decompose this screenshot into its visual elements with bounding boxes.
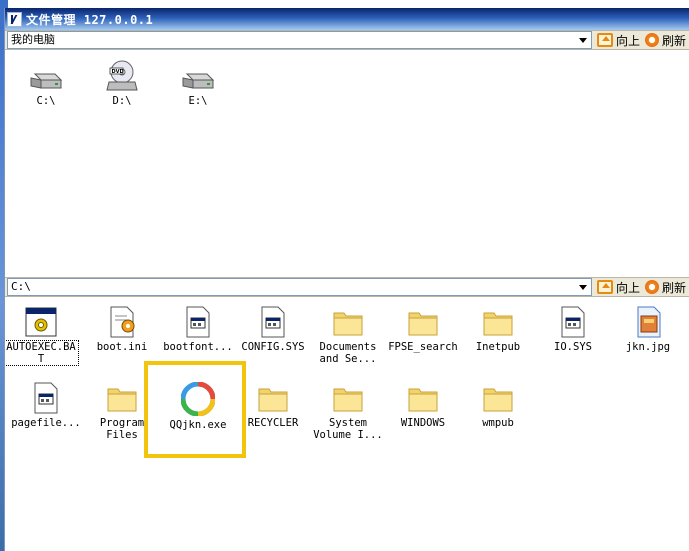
file-item[interactable]: QQjkn.exe xyxy=(161,382,235,431)
batch-file-icon xyxy=(25,307,57,337)
hard-drive-icon xyxy=(182,73,215,89)
bottom-up-label: 向上 xyxy=(616,280,641,295)
file-item[interactable]: Program Files xyxy=(85,382,159,441)
drive-label: D:\ xyxy=(112,95,132,107)
file-item[interactable]: System Volume I... xyxy=(311,382,385,441)
bottom-path-combo[interactable]: C:\ xyxy=(7,278,592,296)
bottom-refresh-button[interactable]: 刷新 xyxy=(645,278,686,296)
bottom-path-value: C:\ xyxy=(11,280,31,293)
file-item[interactable]: FPSE_search xyxy=(386,306,460,353)
file-item[interactable]: pagefile... xyxy=(9,382,83,429)
file-label: System Volume I... xyxy=(313,417,383,441)
system-file-icon xyxy=(561,306,585,338)
folder-icon xyxy=(333,388,363,412)
svg-text:DVD: DVD xyxy=(112,69,124,75)
hard-drive-icon xyxy=(30,73,63,89)
drive-label: C:\ xyxy=(36,95,56,107)
bottom-refresh-label: 刷新 xyxy=(662,280,687,295)
folder-icon xyxy=(483,312,513,336)
chevron-down-icon[interactable] xyxy=(576,34,589,46)
file-label: Inetpub xyxy=(475,341,521,353)
file-item[interactable]: boot.ini xyxy=(85,306,159,353)
file-item[interactable]: bootfont... xyxy=(161,306,235,353)
folder-icon xyxy=(333,312,363,336)
title-bar[interactable]: 文件管理 127.0.0.1 xyxy=(5,8,689,30)
file-item[interactable]: CONFIG.SYS xyxy=(236,306,310,353)
file-label: FPSE_search xyxy=(388,341,458,353)
files-pane: AUTOEXEC.BA T boot.ini bootfont... CONFI… xyxy=(5,300,689,551)
file-label: IO.SYS xyxy=(554,341,592,353)
qq-app-icon xyxy=(181,382,215,416)
chevron-down-icon[interactable] xyxy=(576,281,589,293)
file-label: jkn.jpg xyxy=(625,341,671,353)
top-path-combo[interactable]: 我的电脑 xyxy=(7,31,592,49)
file-item[interactable]: jkn.jpg xyxy=(611,306,685,353)
dvd-drive-icon: DVD xyxy=(106,60,138,91)
window-title: 文件管理 127.0.0.1 xyxy=(26,12,154,27)
file-label: Documents and Se... xyxy=(319,341,377,365)
config-file-icon xyxy=(110,306,135,338)
image-file-icon xyxy=(637,306,661,338)
top-path-bar: 我的电脑 向上 刷新 xyxy=(5,30,689,50)
file-label: Program Files xyxy=(99,417,145,441)
file-label: boot.ini xyxy=(96,341,148,353)
file-label: RECYCLER xyxy=(247,417,299,429)
file-manager-window: 文件管理 127.0.0.1 我的电脑 向上 刷新 C:\ DVD D:\ E:… xyxy=(4,8,689,551)
drive-label: E:\ xyxy=(188,95,208,107)
system-file-icon xyxy=(186,306,210,338)
folder-up-icon xyxy=(597,280,613,294)
system-file-icon xyxy=(34,382,58,414)
top-refresh-label: 刷新 xyxy=(662,33,687,48)
file-label: CONFIG.SYS xyxy=(241,341,305,353)
system-file-icon xyxy=(261,306,285,338)
folder-up-icon xyxy=(597,33,613,47)
refresh-icon xyxy=(645,280,660,294)
bottom-path-bar: C:\ 向上 刷新 xyxy=(5,277,689,297)
top-path-value: 我的电脑 xyxy=(11,33,55,46)
file-item[interactable]: RECYCLER xyxy=(236,382,310,429)
drives-pane: C:\ DVD D:\ E:\ xyxy=(5,52,689,275)
bottom-up-button[interactable]: 向上 xyxy=(597,278,640,296)
refresh-icon xyxy=(645,33,660,47)
drive-item[interactable]: DVD D:\ xyxy=(85,60,159,107)
file-label: WINDOWS xyxy=(400,417,446,429)
folder-icon xyxy=(408,388,438,412)
top-refresh-button[interactable]: 刷新 xyxy=(645,31,686,49)
file-item[interactable]: IO.SYS xyxy=(536,306,610,353)
file-item[interactable]: WINDOWS xyxy=(386,382,460,429)
file-label: bootfont... xyxy=(163,341,233,353)
folder-icon xyxy=(107,388,137,412)
folder-icon xyxy=(483,388,513,412)
app-icon xyxy=(7,11,22,27)
file-item[interactable]: wmpub xyxy=(461,382,535,429)
file-label: wmpub xyxy=(482,417,514,429)
top-up-label: 向上 xyxy=(616,33,641,48)
drive-item[interactable]: C:\ xyxy=(9,66,83,107)
file-label: QQjkn.exe xyxy=(169,419,227,431)
file-label: AUTOEXEC.BA T xyxy=(5,340,79,366)
file-item[interactable]: Documents and Se... xyxy=(311,306,385,365)
folder-icon xyxy=(258,388,288,412)
drive-item[interactable]: E:\ xyxy=(161,66,235,107)
file-item[interactable]: Inetpub xyxy=(461,306,535,353)
top-up-button[interactable]: 向上 xyxy=(597,31,640,49)
file-label: pagefile... xyxy=(11,417,81,429)
file-item[interactable]: AUTOEXEC.BA T xyxy=(5,306,79,366)
folder-icon xyxy=(408,312,438,336)
